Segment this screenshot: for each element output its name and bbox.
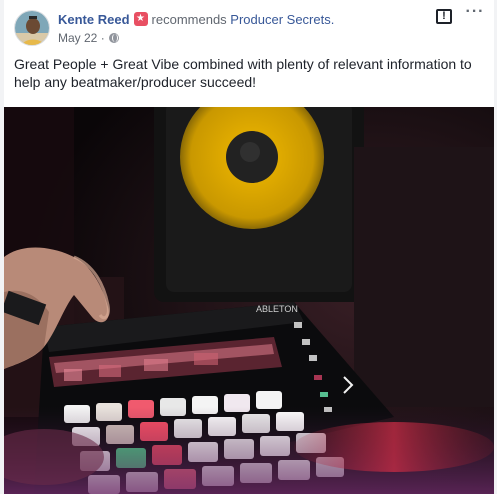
post-photo[interactable]: ABLETON bbox=[4, 107, 494, 494]
post-date-link[interactable]: May 22 bbox=[58, 31, 97, 45]
post-headline: Kente Reed recommends Producer Secrets. bbox=[58, 11, 334, 28]
globe-icon[interactable] bbox=[109, 33, 120, 43]
recommends-verb: recommends bbox=[151, 12, 227, 27]
post-text: Great People + Great Vibe combined with … bbox=[14, 56, 472, 90]
ableton-logo: ABLETON bbox=[256, 304, 298, 314]
speaker bbox=[154, 107, 364, 302]
avatar[interactable] bbox=[14, 10, 50, 46]
report-icon[interactable]: ! bbox=[436, 9, 452, 24]
meta-separator: · bbox=[100, 31, 105, 45]
post-header: Kente Reed recommends Producer Secrets. M… bbox=[14, 4, 485, 48]
recommendation-post-card: Kente Reed recommends Producer Secrets. M… bbox=[0, 0, 497, 494]
post-meta: May 22 · bbox=[58, 30, 120, 46]
author-name-link[interactable]: Kente Reed bbox=[58, 12, 130, 27]
recommend-icon bbox=[133, 11, 148, 26]
more-options-icon[interactable]: ··· bbox=[465, 4, 485, 22]
page-name-link[interactable]: Producer Secrets. bbox=[230, 12, 334, 27]
